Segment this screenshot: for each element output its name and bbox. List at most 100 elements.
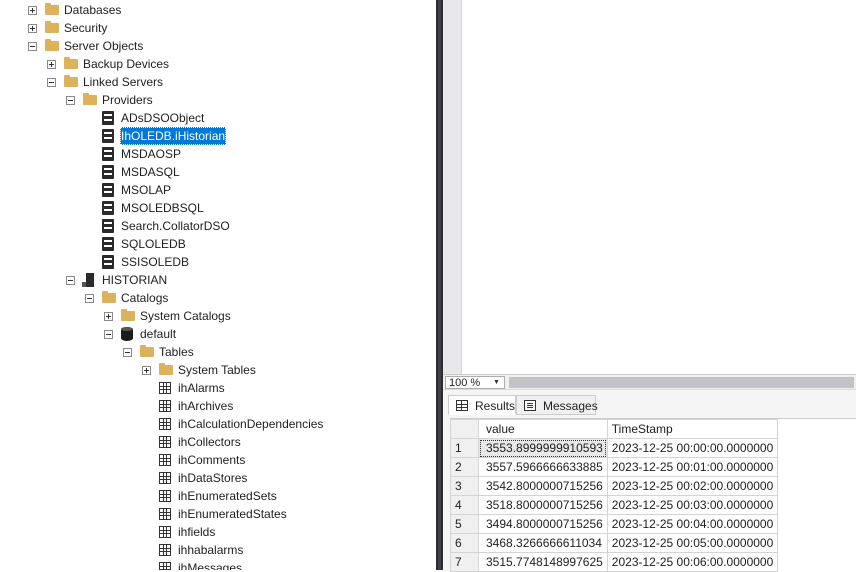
table-row[interactable]: 1 3553.8999999910593 2023-12-25 00:00:00.0…	[450, 438, 779, 458]
table-row[interactable]: 6 3468.3266666611034 2023-12-25 00:05:00.0…	[450, 533, 779, 553]
row-number-cell[interactable]: 3	[450, 476, 479, 496]
chevron-down-icon[interactable]: ▼	[493, 379, 500, 386]
timestamp-cell[interactable]: 2023-12-25 00:00:00.0000000	[606, 438, 779, 458]
row-number-cell[interactable]: 6	[450, 533, 479, 553]
timestamp-cell[interactable]: 2023-12-25 00:06:00.0000000	[606, 552, 779, 572]
tree-node[interactable]: MSOLAP	[0, 181, 436, 199]
tree-node[interactable]: MSOLEDBSQL	[0, 199, 436, 217]
expand-icon[interactable]	[28, 6, 37, 15]
row-number-cell[interactable]: 4	[450, 495, 479, 515]
tree-node[interactable]: ADsDSOObject	[0, 109, 436, 127]
tree-node[interactable]: IhOLEDB.iHistorian	[0, 127, 436, 145]
tree-node[interactable]: ihDataStores	[0, 469, 436, 487]
tree-node[interactable]: Catalogs	[0, 289, 436, 307]
tree-node[interactable]: ihEnumeratedStates	[0, 505, 436, 523]
tab-results[interactable]: Results	[448, 395, 516, 415]
value-cell[interactable]: 3468.3266666611034	[478, 533, 608, 553]
collapse-icon[interactable]	[28, 42, 37, 51]
collapse-icon[interactable]	[85, 294, 94, 303]
collapse-icon[interactable]	[47, 78, 56, 87]
query-editor[interactable]	[443, 0, 856, 374]
provider-icon	[102, 237, 114, 251]
expand-icon[interactable]	[104, 312, 113, 321]
tree-node[interactable]: ihCalculationDependencies	[0, 415, 436, 433]
tree-node[interactable]: MSDASQL	[0, 163, 436, 181]
tree-node[interactable]: ihComments	[0, 451, 436, 469]
tree-node[interactable]: Server Objects	[0, 37, 436, 55]
timestamp-cell[interactable]: 2023-12-25 00:03:00.0000000	[606, 495, 779, 515]
provider-icon	[102, 111, 114, 125]
value-cell[interactable]: 3518.8000000715256	[478, 495, 608, 515]
tree-node[interactable]: ihArchives	[0, 397, 436, 415]
value-cell[interactable]: 3553.8999999910593	[478, 438, 608, 458]
tree-node[interactable]: ihCollectors	[0, 433, 436, 451]
tree-node-label: SSISOLEDB	[121, 255, 190, 269]
tree-node-label: ihAlarms	[178, 381, 225, 395]
tree-node[interactable]: System Catalogs	[0, 307, 436, 325]
row-number-header[interactable]	[450, 419, 479, 439]
editor-gutter	[443, 0, 462, 374]
tab-messages-label: Messages	[543, 399, 598, 413]
value-cell[interactable]: 3542.8000000715256	[478, 476, 608, 496]
row-number-cell[interactable]: 2	[450, 457, 479, 477]
column-header-timestamp[interactable]: TimeStamp	[606, 419, 779, 439]
tree-node-label: Security	[64, 21, 108, 35]
column-header-value[interactable]: value	[478, 419, 608, 439]
table-row[interactable]: 7 3515.7748148997625 2023-12-25 00:06:00.0…	[450, 552, 779, 572]
folder-icon	[64, 75, 78, 87]
timestamp-cell[interactable]: 2023-12-25 00:05:00.0000000	[606, 533, 779, 553]
tree-node-label: SQLOLEDB	[121, 237, 186, 251]
tree-node-label: Catalogs	[121, 291, 169, 305]
tree-node[interactable]: HISTORIAN	[0, 271, 436, 289]
tree-node-label: ADsDSOObject	[121, 111, 205, 125]
table-icon	[159, 472, 171, 484]
table-row[interactable]: 2 3557.5966666633885 2023-12-25 00:01:00.0…	[450, 457, 779, 477]
timestamp-cell[interactable]: 2023-12-25 00:04:00.0000000	[606, 514, 779, 534]
tree-node[interactable]: ihfields	[0, 523, 436, 541]
tree-node[interactable]: ihhabalarms	[0, 541, 436, 559]
tree-node-label: Search.CollatorDSO	[121, 219, 230, 233]
tree-node[interactable]: SQLOLEDB	[0, 235, 436, 253]
tree-node[interactable]: Providers	[0, 91, 436, 109]
expand-icon[interactable]	[28, 24, 37, 33]
tree-node[interactable]: SSISOLEDB	[0, 253, 436, 271]
collapse-icon[interactable]	[104, 330, 113, 339]
tree-node[interactable]: Databases	[0, 1, 436, 19]
timestamp-cell[interactable]: 2023-12-25 00:02:00.0000000	[606, 476, 779, 496]
tree-node[interactable]: default	[0, 325, 436, 343]
tree-node-label: ihCalculationDependencies	[178, 417, 324, 431]
expand-icon[interactable]	[142, 366, 151, 375]
collapse-icon[interactable]	[123, 348, 132, 357]
row-number-cell[interactable]: 5	[450, 514, 479, 534]
horizontal-scrollbar[interactable]	[509, 377, 854, 388]
grid-icon	[456, 400, 468, 411]
value-cell[interactable]: 3557.5966666633885	[478, 457, 608, 477]
collapse-icon[interactable]	[66, 96, 75, 105]
results-grid[interactable]: value TimeStamp 1 3553.8999999910593 2023-…	[450, 418, 856, 572]
row-number-cell[interactable]: 7	[450, 552, 479, 572]
tree-node[interactable]: Security	[0, 19, 436, 37]
row-number-cell[interactable]: 1	[450, 438, 479, 458]
tree-node[interactable]: Linked Servers	[0, 73, 436, 91]
results-table: value TimeStamp 1 3553.8999999910593 2023-…	[450, 419, 779, 572]
tree-node-label: ihCollectors	[178, 435, 241, 449]
table-row[interactable]: 3 3542.8000000715256 2023-12-25 00:02:00.0…	[450, 476, 779, 496]
tree-node[interactable]: Backup Devices	[0, 55, 436, 73]
tree-node[interactable]: ihAlarms	[0, 379, 436, 397]
tree-node-label: Server Objects	[64, 39, 144, 53]
timestamp-cell[interactable]: 2023-12-25 00:01:00.0000000	[606, 457, 779, 477]
tree-node[interactable]: Search.CollatorDSO	[0, 217, 436, 235]
tree-node[interactable]: Tables	[0, 343, 436, 361]
tree-node[interactable]: ihMessages	[0, 559, 436, 570]
tree-node[interactable]: ihEnumeratedSets	[0, 487, 436, 505]
tree-node[interactable]: System Tables	[0, 361, 436, 379]
value-cell[interactable]: 3494.8000000715256	[478, 514, 608, 534]
table-row[interactable]: 5 3494.8000000715256 2023-12-25 00:04:00.0…	[450, 514, 779, 534]
pane-splitter[interactable]	[436, 0, 443, 570]
table-row[interactable]: 4 3518.8000000715256 2023-12-25 00:03:00.0…	[450, 495, 779, 515]
collapse-icon[interactable]	[66, 276, 75, 285]
value-cell[interactable]: 3515.7748148997625	[478, 552, 608, 572]
tab-messages[interactable]: Messages	[516, 395, 598, 415]
expand-icon[interactable]	[47, 60, 56, 69]
tree-node[interactable]: MSDAOSP	[0, 145, 436, 163]
